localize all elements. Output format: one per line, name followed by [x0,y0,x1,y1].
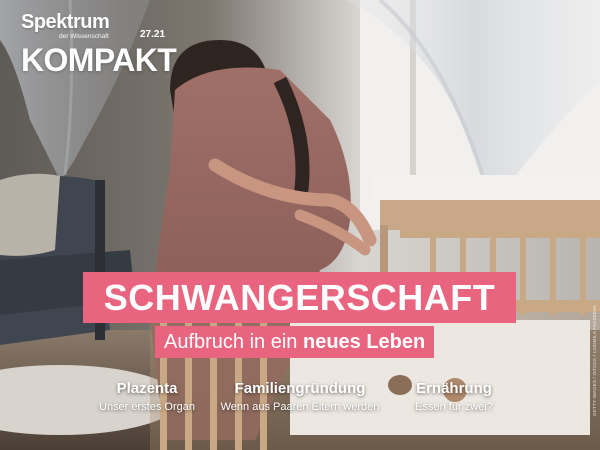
subheadline-text: Aufbruch in ein [164,331,303,353]
issue-number: 27.21 [140,29,166,40]
topic-teaser-familiengruendung: Familiengründung Wenn aus Paaren Eltern … [210,380,390,414]
series-title: KOMPAKT [21,42,177,78]
topic-teaser-plazenta: Plazenta Unser erstes Organ [88,380,206,414]
topic-subtitle: Unser erstes Organ [99,401,195,413]
photo-credit: GETTY IMAGES / ISTOCK / LIUDMILA FADZEEV… [592,305,597,416]
topic-teaser-ernaehrung: Ernährung Essen für zwei? [404,380,504,414]
topic-subtitle: Essen für zwei? [415,401,493,413]
topic-title: Plazenta [116,380,178,397]
topic-title: Ernährung [416,380,492,397]
magazine-cover: Spektrum der Wissenschaft KOMPAKT 27.21 … [0,0,600,450]
cover-subheadline: Aufbruch in ein neues Leben [155,326,435,358]
topic-title: Familiengründung [234,380,366,397]
headline-text: SCHWANGERSCHAFT [103,277,496,318]
subheadline-bold-text: neues Leben [302,331,426,353]
masthead: Spektrum der Wissenschaft KOMPAKT [21,12,177,78]
topic-subtitle: Wenn aus Paaren Eltern werden [220,401,380,413]
cover-headline: SCHWANGERSCHAFT [83,272,516,323]
